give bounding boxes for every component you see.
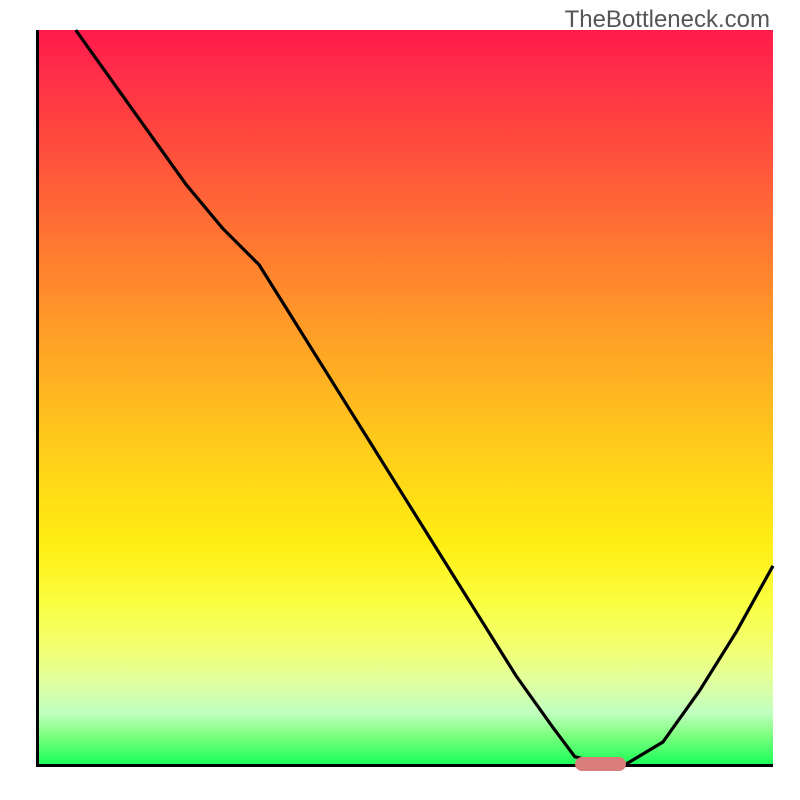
optimum-marker: [575, 757, 626, 771]
plot-area: [36, 30, 773, 767]
bottleneck-curve-path: [76, 30, 773, 764]
chart-svg: [39, 30, 773, 764]
